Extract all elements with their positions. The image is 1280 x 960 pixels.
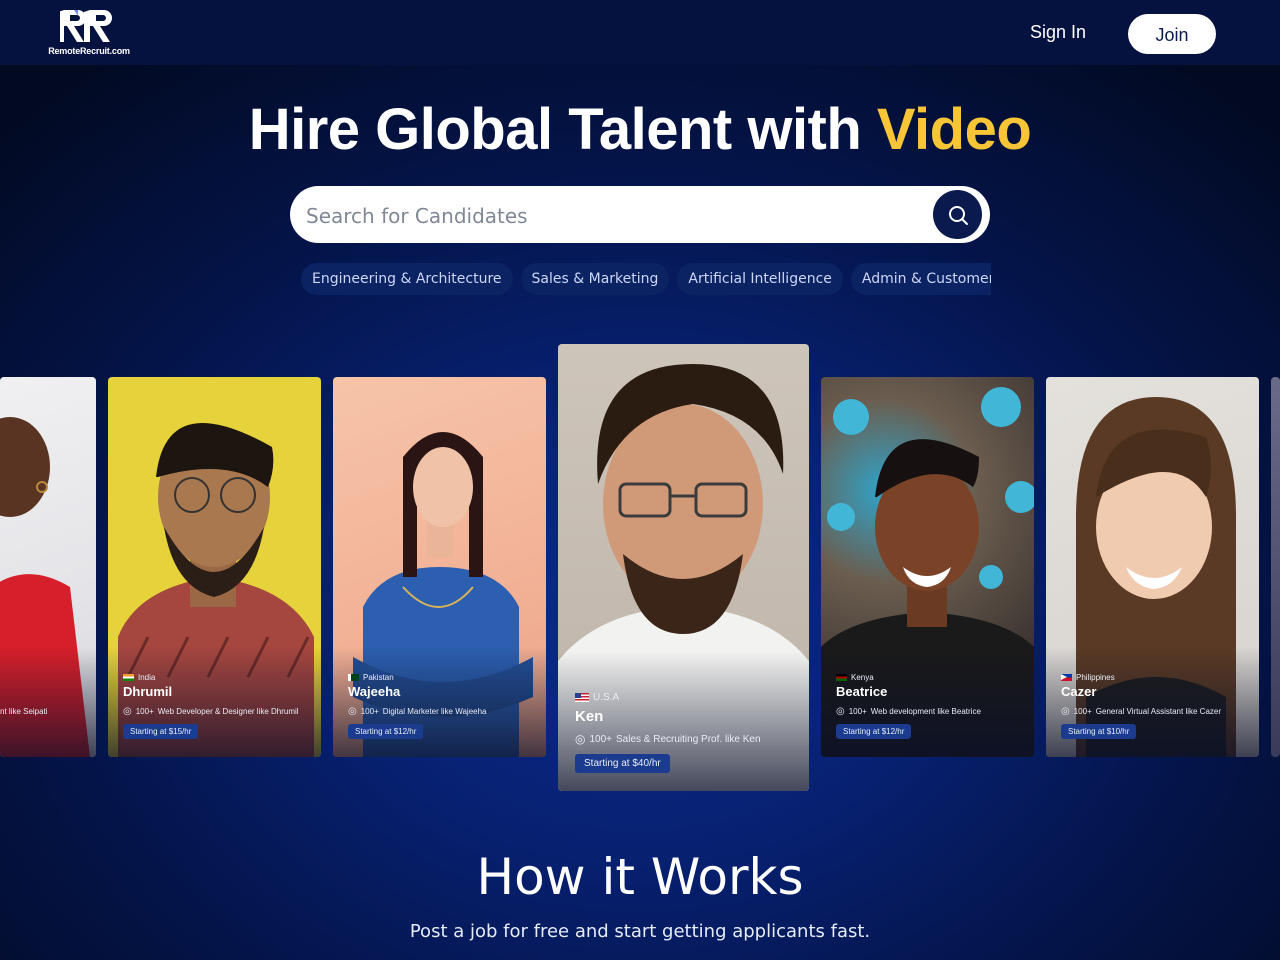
globe-icon: ◎ [575, 732, 586, 746]
candidate-role: ◎ 100+ General Virtual Assistant like Ca… [1061, 706, 1222, 717]
pakistan-flag-icon [348, 674, 359, 681]
category-chip[interactable]: Sales & Marketing [520, 263, 670, 295]
candidate-country: U.S.A [575, 692, 619, 703]
card-overlay [1046, 647, 1259, 757]
globe-icon: ◎ [348, 706, 357, 717]
usa-flag-icon [575, 693, 589, 702]
candidate-rate-badge: Starting at $12/hr [348, 724, 424, 739]
candidate-country: Philippines [1061, 673, 1115, 682]
search-bar [290, 186, 990, 245]
remoterecruit-logo-icon [60, 10, 112, 42]
candidate-rate-badge: Starting at $40/hr [575, 754, 670, 773]
search-icon [948, 205, 968, 225]
category-chip[interactable]: Admin & Customer Support [850, 263, 991, 295]
globe-icon: ◎ [1061, 706, 1070, 717]
search-button[interactable] [933, 190, 982, 239]
candidate-card[interactable] [1271, 377, 1280, 757]
candidate-card[interactable]: Pakistan Wajeeha ◎ 100+ Digital Marketer… [333, 377, 546, 757]
candidate-name: Dhrumil [123, 684, 173, 699]
candidate-name: Beatrice [836, 684, 888, 699]
candidate-country: India [123, 673, 155, 682]
candidate-role: ◎ 100+ Web development like Beatrice [836, 706, 981, 717]
globe-icon: ◎ [836, 706, 845, 717]
candidate-role: ◎ 100+ Digital Marketer like Wajeeha [348, 706, 487, 717]
candidate-card[interactable]: India Dhrumil ◎ 100+ Web Developer & Des… [108, 377, 321, 757]
kenya-flag-icon [836, 674, 847, 681]
card-overlay [333, 647, 546, 757]
candidate-card[interactable]: nt like Seipati [0, 377, 96, 757]
candidate-rate-badge: Starting at $10/hr [1061, 724, 1137, 739]
candidate-name: Wajeeha [348, 684, 401, 699]
candidate-card[interactable]: Philippines Cazer ◎ 100+ General Virtual… [1046, 377, 1259, 757]
how-it-works-title: How it Works [476, 848, 804, 906]
logo[interactable]: RemoteRecruit.com [44, 8, 134, 58]
category-chip[interactable]: Engineering & Architecture [301, 263, 513, 295]
philippines-flag-icon [1061, 674, 1072, 681]
candidate-role: ◎ 100+ Web Developer & Designer like Dhr… [123, 706, 299, 717]
category-chips: Engineering & Architecture Sales & Market… [301, 263, 991, 297]
card-overlay [821, 647, 1034, 757]
card-overlay [0, 647, 96, 757]
candidate-country: Pakistan [348, 673, 394, 682]
search-input[interactable] [304, 186, 928, 245]
candidate-rate-badge: Starting at $12/hr [836, 724, 912, 739]
india-flag-icon [123, 674, 134, 681]
how-it-works-subtitle: Post a job for free and start getting ap… [409, 921, 871, 942]
hero-title: Hire Global Talent with Video [0, 96, 1280, 163]
candidate-name: Cazer [1061, 684, 1097, 699]
hero-title-accent: Video [876, 97, 1032, 162]
candidate-rate-badge: Starting at $15/hr [123, 724, 199, 739]
hero-title-main: Hire Global Talent with [248, 97, 877, 162]
join-button[interactable]: Join [1128, 14, 1216, 54]
logo-text: RemoteRecruit.com [48, 46, 130, 56]
globe-icon: ◎ [123, 706, 132, 717]
candidate-role: nt like Seipati [0, 707, 48, 716]
candidate-name: Ken [575, 708, 604, 725]
card-overlay [108, 647, 321, 757]
candidate-card-featured[interactable]: U.S.A Ken ◎ 100+ Sales & Recruiting Prof… [558, 344, 809, 791]
category-chip[interactable]: Artificial Intelligence [677, 263, 843, 295]
top-navigation-bar: RemoteRecruit.com Sign In Join [0, 0, 1280, 65]
sign-in-link[interactable]: Sign In [1030, 22, 1086, 43]
candidate-card[interactable]: Kenya Beatrice ◎ 100+ Web development li… [821, 377, 1034, 757]
candidate-role: ◎ 100+ Sales & Recruiting Prof. like Ken [575, 732, 761, 746]
candidate-country: Kenya [836, 673, 874, 682]
